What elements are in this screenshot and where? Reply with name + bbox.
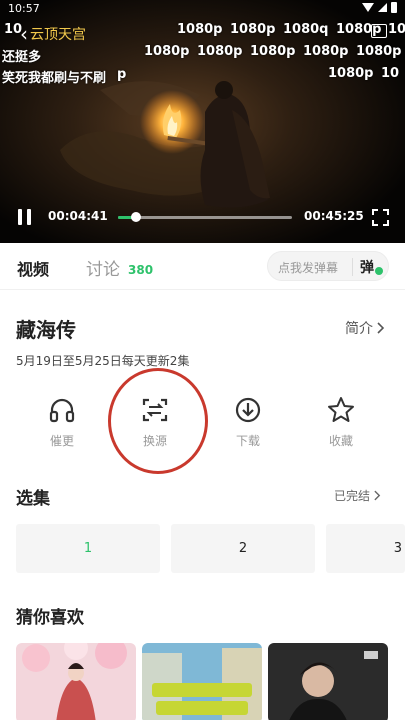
chevron-left-icon: ‹ <box>20 22 28 46</box>
highlight-circle-annotation <box>108 368 208 474</box>
update-schedule: 5月19日至5月25日每天更新2集 <box>16 354 190 368</box>
episodes-status: 已完结 <box>334 489 371 503</box>
action-label: 下载 <box>235 434 260 448</box>
danmaku-text: 还挺多 <box>2 50 42 65</box>
danmaku-text: 1080p <box>197 44 243 59</box>
danmaku-placeholder: 点我发弹幕 <box>278 261 339 275</box>
intro-label: 简介 <box>345 321 373 337</box>
picture-in-picture-icon[interactable] <box>371 24 387 38</box>
page-title: 藏海传 <box>16 318 76 342</box>
danmaku-text: 1080p <box>303 44 349 59</box>
back-button[interactable]: ‹ 云顶天宫 <box>20 22 86 46</box>
download-button[interactable]: 下载 <box>208 392 288 456</box>
danmaku-text: 1080p <box>356 44 402 59</box>
status-icons <box>362 2 397 13</box>
player-controls: 00:04:41 00:45:25 <box>0 200 405 234</box>
signal-icon <box>378 3 387 12</box>
episode-item[interactable]: 2 <box>171 524 315 573</box>
poster-image <box>142 643 262 720</box>
chevron-right-icon <box>374 490 381 501</box>
danmaku-text: 1080p <box>230 22 276 37</box>
urge-update-button[interactable]: 催更 <box>22 392 102 456</box>
total-time: 00:45:25 <box>304 209 364 223</box>
poster-image <box>16 643 136 720</box>
danmaku-text: 1080p <box>177 22 223 37</box>
status-bar: 10:57 <box>0 0 405 18</box>
recommend-poster[interactable] <box>142 643 262 720</box>
download-icon <box>235 397 261 423</box>
action-label: 收藏 <box>328 434 353 448</box>
recommend-poster[interactable] <box>16 643 136 720</box>
headphones-icon <box>49 398 75 423</box>
danmaku-input[interactable]: 点我发弹幕 弹 <box>267 251 389 281</box>
danmaku-text: p <box>117 67 127 82</box>
discuss-count-badge: 380 <box>128 263 154 277</box>
tab-video[interactable]: 视频 <box>17 256 49 280</box>
danmaku-text: 10 <box>388 22 405 37</box>
poster-image <box>268 643 388 720</box>
danmaku-on-indicator <box>375 267 383 275</box>
intro-link[interactable]: 简介 <box>345 318 385 338</box>
progress-handle[interactable] <box>130 212 141 222</box>
recommend-title: 猜你喜欢 <box>16 608 84 628</box>
danmaku-text: 1080q <box>283 22 329 37</box>
action-label: 催更 <box>49 434 74 448</box>
pause-icon[interactable] <box>18 209 32 225</box>
wifi-icon <box>362 3 374 12</box>
danmaku-text: 1080p <box>328 66 374 81</box>
star-icon <box>328 397 354 422</box>
video-player[interactable]: 10:57 10 1080p 1080p 1080q 1080p 10 1080… <box>0 0 405 243</box>
player-show-title: 云顶天宫 <box>30 27 86 43</box>
episodes-title: 选集 <box>16 489 50 509</box>
danmaku-text: 1080p <box>144 44 190 59</box>
danmaku-text: 1080p <box>250 44 296 59</box>
episode-item[interactable]: 3 <box>326 524 405 573</box>
battery-icon <box>391 2 397 13</box>
episode-item[interactable]: 1 <box>16 524 160 573</box>
favorite-button[interactable]: 收藏 <box>301 392 381 456</box>
progress-slider[interactable] <box>118 212 292 222</box>
current-time: 00:04:41 <box>48 209 108 223</box>
episodes-status-link[interactable]: 已完结 <box>334 487 381 504</box>
status-time: 10:57 <box>8 2 40 15</box>
tab-discuss[interactable]: 讨论 <box>86 255 120 280</box>
danmaku-divider <box>352 258 353 276</box>
danmaku-toggle-button[interactable]: 弹 <box>360 257 374 277</box>
chevron-right-icon <box>377 322 385 334</box>
danmaku-text: 10 <box>381 66 400 81</box>
fullscreen-icon[interactable] <box>372 209 389 226</box>
content-tabs: 视频 讨论 380 点我发弹幕 弹 <box>0 243 405 290</box>
recommend-poster[interactable] <box>268 643 388 720</box>
danmaku-text: 笑死我都刷与不刷 <box>2 71 107 86</box>
